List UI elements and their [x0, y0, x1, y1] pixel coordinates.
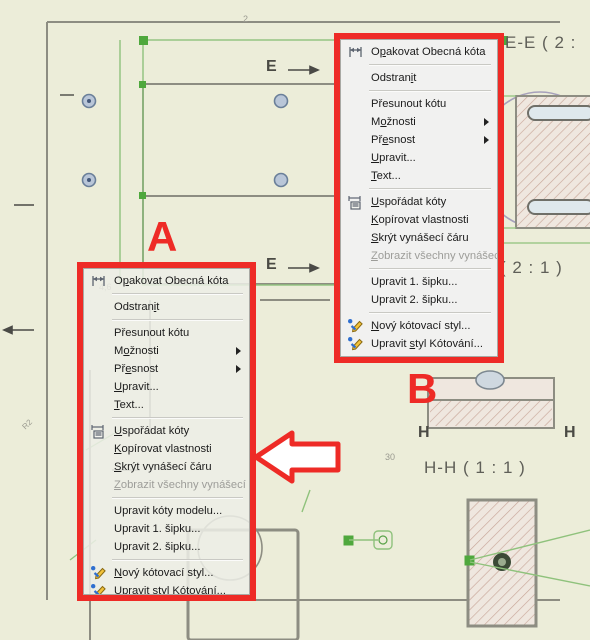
annotation-label-a: A — [147, 213, 178, 260]
pointer-arrow-left-icon — [250, 428, 342, 486]
highlight-box-a — [77, 262, 256, 601]
svg-text:2: 2 — [243, 14, 248, 24]
context-menu-a[interactable]: Opakovat Obecná kóta Odstranit Přesunout k… — [77, 262, 256, 601]
cad-label-section-e-bottom: E — [266, 256, 277, 273]
highlight-box-b — [334, 33, 504, 363]
cad-label-section-h-right: H — [564, 424, 576, 441]
cad-label-h-h: H-H ( 1 : 1 ) — [424, 458, 526, 477]
cad-label-e-e: E-E ( 2 : — [505, 33, 577, 52]
cad-label-section-e-top: E — [266, 58, 277, 75]
svg-text:30: 30 — [385, 452, 395, 462]
screenshot-root: 2 40 4,6 30 R2 E-E ( 2 : ( 2 : 1 ) H-H (… — [0, 0, 590, 640]
context-menu-b[interactable]: Opakovat Obecná kóta Odstranit Přesunout k… — [334, 33, 504, 363]
cad-label-section-h-left: H — [418, 424, 430, 441]
cad-label-scale-2-1: ( 2 : 1 ) — [500, 258, 563, 277]
annotation-label-b: B — [407, 365, 438, 412]
